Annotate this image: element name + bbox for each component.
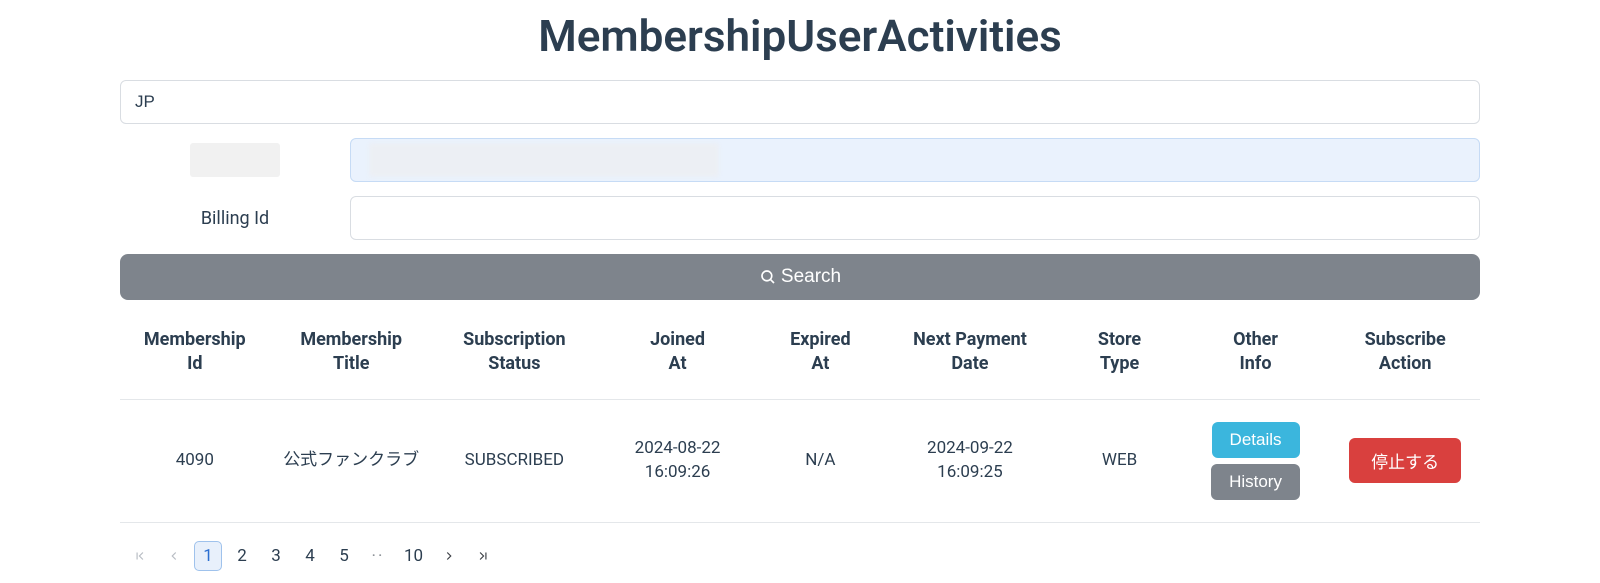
page-10[interactable]: 10	[398, 541, 429, 571]
cell-subscribe-action: 停止する	[1330, 399, 1480, 522]
col-next-payment-date: Next PaymentDate	[882, 308, 1059, 399]
search-icon	[759, 268, 777, 286]
page-last-button[interactable]	[469, 541, 497, 571]
cell-other-info: Details History	[1181, 399, 1331, 522]
cell-expired-at: N/A	[759, 399, 881, 522]
chevron-left-icon	[167, 549, 181, 563]
cell-joined-at: 2024-08-2216:09:26	[596, 399, 759, 522]
page-ellipsis: ··	[364, 541, 392, 571]
filter-row-redacted	[120, 138, 1480, 182]
table-header-row: MembershipId MembershipTitle Subscriptio…	[120, 308, 1480, 399]
chevron-first-icon	[133, 549, 147, 563]
page-4[interactable]: 4	[296, 541, 324, 571]
col-membership-title: MembershipTitle	[270, 308, 433, 399]
table-row: 4090 公式ファンクラブ SUBSCRIBED 2024-08-2216:09…	[120, 399, 1480, 522]
chevron-last-icon	[476, 549, 490, 563]
page-2[interactable]: 2	[228, 541, 256, 571]
page-prev-button[interactable]	[160, 541, 188, 571]
filter-row-billing: Billing Id	[120, 196, 1480, 240]
search-button[interactable]: Search	[120, 254, 1480, 300]
chevron-right-icon	[442, 549, 456, 563]
history-button[interactable]: History	[1211, 464, 1300, 500]
cell-subscription-status: SUBSCRIBED	[433, 399, 596, 522]
page-1[interactable]: 1	[194, 541, 222, 571]
page-3[interactable]: 3	[262, 541, 290, 571]
pagination: 1 2 3 4 5 ·· 10	[120, 523, 1480, 583]
col-expired-at: ExpiredAt	[759, 308, 881, 399]
cell-store-type: WEB	[1058, 399, 1180, 522]
col-subscribe-action: SubscribeAction	[1330, 308, 1480, 399]
page-title: MembershipUserActivities	[120, 10, 1480, 62]
col-other-info: OtherInfo	[1181, 308, 1331, 399]
cell-membership-title: 公式ファンクラブ	[270, 399, 433, 522]
page-first-button[interactable]	[126, 541, 154, 571]
cell-next-payment-date: 2024-09-2216:09:25	[882, 399, 1059, 522]
search-button-label: Search	[781, 266, 841, 288]
activities-table: MembershipId MembershipTitle Subscriptio…	[120, 308, 1480, 523]
col-joined-at: JoinedAt	[596, 308, 759, 399]
country-input[interactable]	[120, 80, 1480, 124]
redacted-input[interactable]	[350, 138, 1480, 182]
col-subscription-status: SubscriptionStatus	[433, 308, 596, 399]
billing-id-label: Billing Id	[120, 208, 350, 229]
page-5[interactable]: 5	[330, 541, 358, 571]
filter-row-country	[120, 80, 1480, 124]
billing-id-input[interactable]	[350, 196, 1480, 240]
cell-membership-id: 4090	[120, 399, 270, 522]
redacted-label-wrap	[120, 143, 350, 177]
redacted-label	[190, 143, 280, 177]
col-membership-id: MembershipId	[120, 308, 270, 399]
stop-button[interactable]: 停止する	[1349, 438, 1461, 483]
col-store-type: StoreType	[1058, 308, 1180, 399]
details-button[interactable]: Details	[1212, 422, 1300, 458]
page-next-button[interactable]	[435, 541, 463, 571]
redacted-content	[369, 143, 719, 177]
